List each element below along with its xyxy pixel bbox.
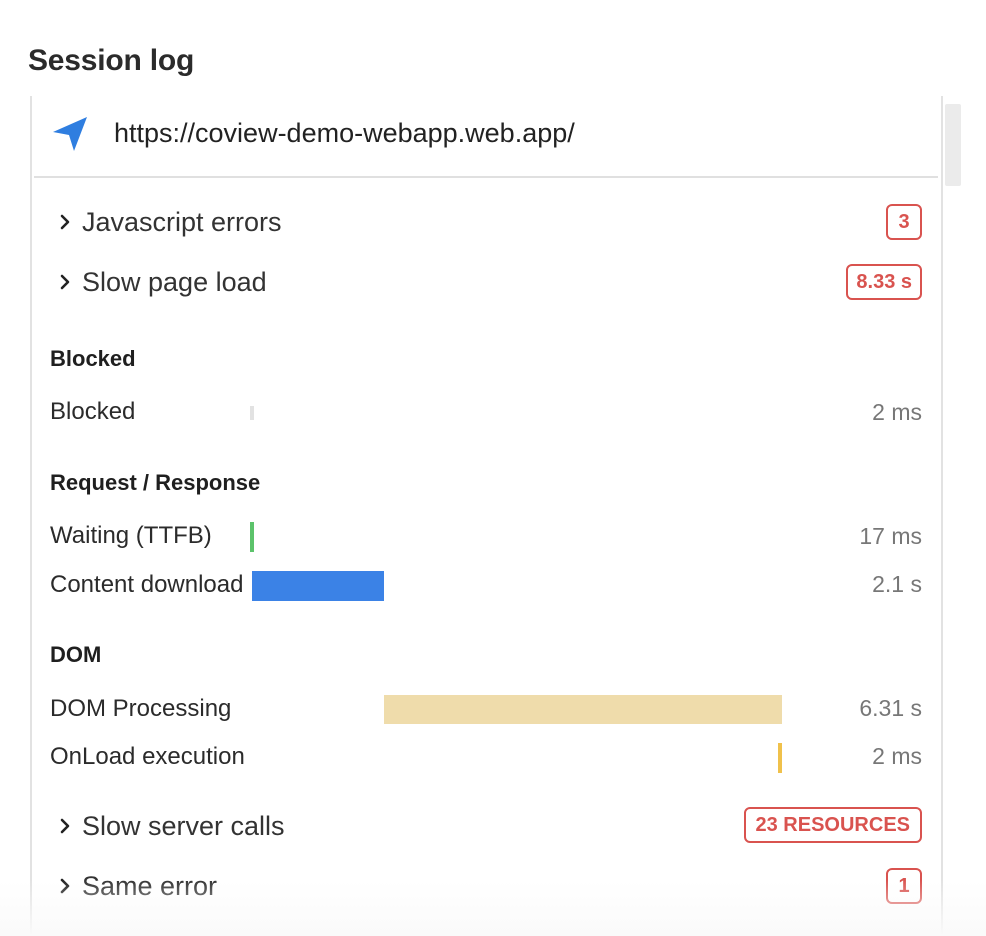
section-same-error[interactable]: Same error: [56, 866, 217, 906]
metric-label-waiting: Waiting (TTFB): [50, 522, 212, 549]
same-error-count-badge: 1: [886, 868, 922, 904]
blocked-bar: [250, 406, 254, 420]
section-label: Slow page load: [82, 266, 267, 297]
section-slow-page-load[interactable]: Slow page load: [56, 262, 267, 302]
page-title: Session log: [28, 44, 195, 77]
onload-bar: [778, 743, 782, 773]
chevron-right-icon: [60, 818, 70, 834]
group-heading-request-response: Request / Response: [50, 470, 261, 495]
group-heading-dom: DOM: [50, 642, 102, 667]
panel-left-border: [30, 96, 32, 936]
section-label: Slow server calls: [82, 810, 285, 841]
section-label: Javascript errors: [82, 206, 282, 237]
metric-value-dom-processing: 6.31 s: [859, 695, 922, 721]
page-load-time-badge: 8.33 s: [846, 264, 922, 300]
metric-label-onload: OnLoad execution: [50, 743, 245, 770]
page-url[interactable]: https://coview-demo-webapp.web.app/: [114, 118, 575, 149]
section-slow-server-calls[interactable]: Slow server calls: [56, 806, 285, 846]
metric-value-onload: 2 ms: [872, 743, 922, 769]
resources-badge: 23 RESOURCES: [743, 807, 922, 843]
download-bar: [252, 571, 384, 601]
group-heading-blocked: Blocked: [50, 346, 136, 371]
chevron-right-icon: [60, 214, 70, 230]
navigation-arrow-icon: [53, 117, 87, 151]
dom-processing-bar: [384, 695, 782, 724]
chevron-right-icon: [60, 878, 70, 894]
section-javascript-errors[interactable]: Javascript errors: [56, 202, 282, 242]
metric-label-blocked: Blocked: [50, 398, 136, 425]
scrollbar-thumb[interactable]: [945, 104, 961, 186]
panel-right-border: [941, 96, 943, 936]
section-label: Same error: [82, 870, 218, 901]
metric-value-download: 2.1 s: [872, 571, 922, 597]
ttfb-bar: [250, 522, 254, 552]
metric-value-waiting: 17 ms: [859, 523, 922, 549]
metric-label-dom-processing: DOM Processing: [50, 695, 232, 722]
chevron-right-icon: [60, 274, 70, 290]
error-count-badge: 3: [886, 204, 922, 240]
metric-label-download: Content download: [50, 571, 244, 598]
metric-value-blocked: 2 ms: [872, 399, 922, 425]
